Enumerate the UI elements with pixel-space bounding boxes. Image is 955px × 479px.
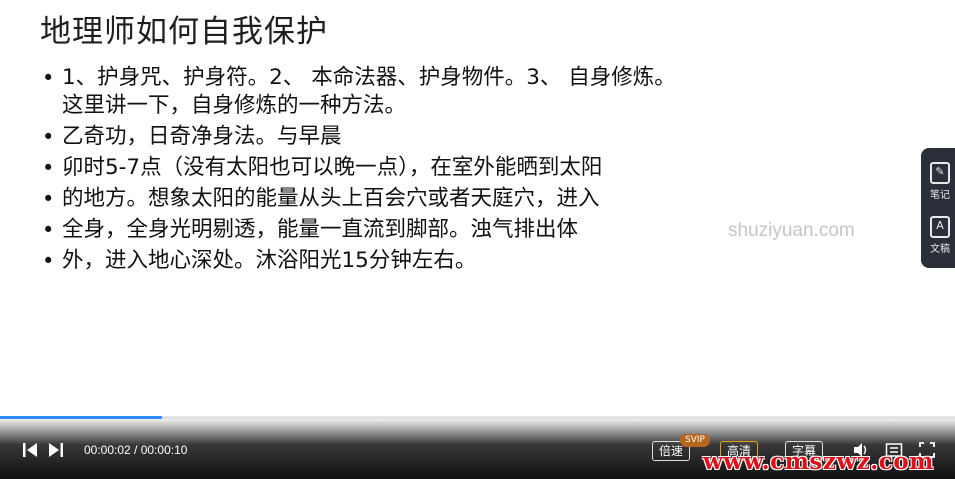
bullet-dot: •: [42, 187, 55, 211]
bullet-dot: •: [42, 218, 55, 242]
previous-button[interactable]: [22, 441, 38, 459]
bullet-item: • 的地方。想象太阳的能量从头上百会穴或者天庭穴，进入: [42, 185, 902, 213]
slide: 地理师如何自我保护 • 1、护身咒、护身符。2、 本命法器、护身物件。3、 自身…: [0, 0, 955, 420]
note-button[interactable]: ✎ 笔记: [925, 154, 955, 204]
note-icon: ✎: [930, 162, 950, 184]
time-separator: /: [130, 443, 141, 457]
document-label: 文稿: [930, 244, 950, 255]
bullet-dot: •: [42, 125, 55, 149]
time-total: 00:00:10: [140, 443, 188, 457]
slide-title: 地理师如何自我保护: [40, 14, 328, 50]
bullet-list: • 1、护身咒、护身符。2、 本命法器、护身物件。3、 自身修炼。 这里讲一下，…: [42, 64, 902, 278]
bullet-text: 1、护身咒、护身符。2、 本命法器、护身物件。3、 自身修炼。: [62, 65, 676, 90]
site-watermark: www.cmszwz.com: [703, 448, 934, 475]
bullet-text-continued: 这里讲一下，自身修炼的一种方法。: [62, 93, 407, 118]
document-icon: A: [930, 216, 950, 238]
svip-badge: SVIP: [680, 434, 710, 447]
bullet-item: • 外，进入地心深处。沐浴阳光15分钟左右。: [42, 247, 902, 275]
bullet-item: • 1、护身咒、护身符。2、 本命法器、护身物件。3、 自身修炼。 这里讲一下，…: [42, 64, 902, 120]
document-button[interactable]: A 文稿: [925, 208, 955, 258]
bullet-text: 乙奇功，日奇净身法。与早晨: [62, 124, 342, 149]
bullet-item: • 乙奇功，日奇净身法。与早晨: [42, 123, 902, 151]
bullet-dot: •: [42, 66, 55, 90]
time-current: 00:00:02: [84, 443, 131, 457]
bullet-dot: •: [42, 249, 55, 273]
side-panel: ✎ 笔记 A 文稿: [921, 148, 955, 268]
bullet-item: • 卯时5-7点（没有太阳也可以晚一点），在室外能晒到太阳: [42, 154, 902, 182]
next-button[interactable]: [48, 441, 64, 459]
note-label: 笔记: [930, 190, 950, 201]
bullet-text: 外，进入地心深处。沐浴阳光15分钟左右。: [62, 248, 477, 273]
bullet-dot: •: [42, 156, 55, 180]
progress-bar[interactable]: [0, 416, 955, 419]
bullet-text: 卯时5-7点（没有太阳也可以晚一点），在室外能晒到太阳: [62, 155, 603, 180]
progress-fill: [0, 416, 163, 419]
bullet-text: 的地方。想象太阳的能量从头上百会穴或者天庭穴，进入: [62, 186, 600, 211]
slide-watermark: shuziyuan.com: [728, 220, 855, 241]
time-display: 00:00:02 / 00:00:10: [84, 443, 187, 457]
